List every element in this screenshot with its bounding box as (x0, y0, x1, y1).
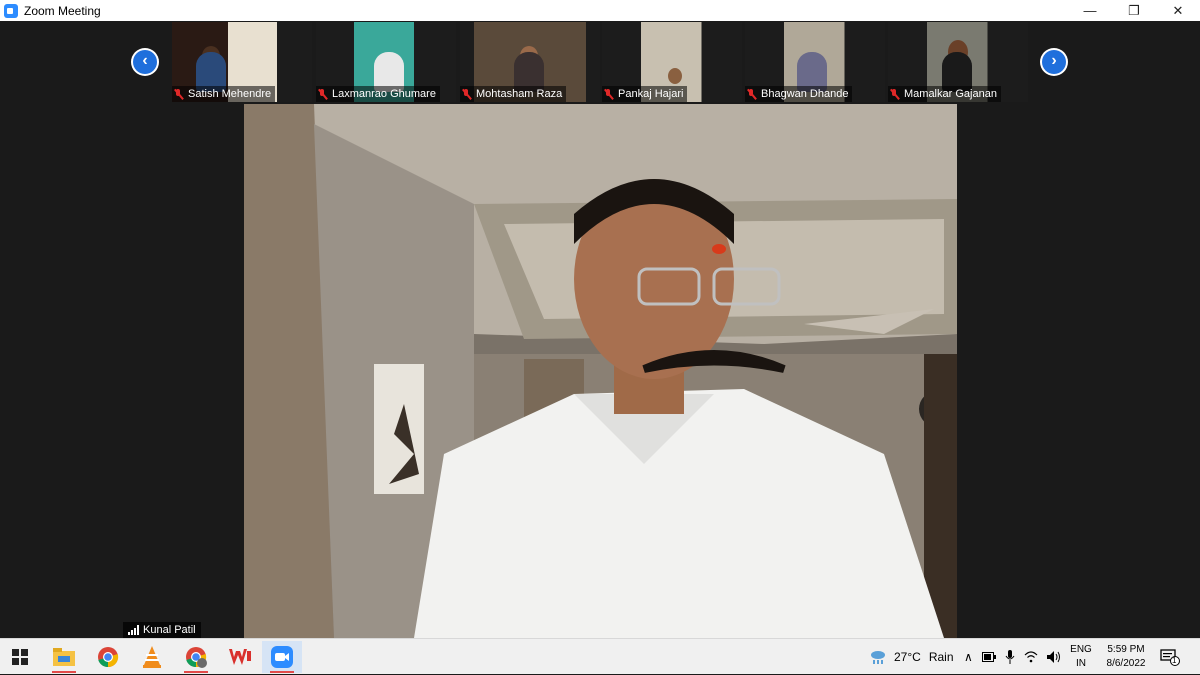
zoom-meeting-window: Zoom Meeting — ❐ ✕ ‹ › Satish Mehendre L… (0, 0, 1200, 674)
battery-icon[interactable] (981, 652, 996, 662)
muted-mic-icon (604, 88, 613, 100)
wifi-icon[interactable] (1024, 651, 1038, 663)
active-speaker-name: Kunal Patil (143, 624, 196, 636)
windows-start-button[interactable] (0, 641, 40, 673)
muted-mic-icon (890, 88, 899, 100)
file-explorer-icon (53, 648, 75, 666)
input-language-indicator[interactable]: ENG IN (1068, 639, 1094, 675)
volume-icon[interactable] (1046, 651, 1061, 663)
participant-name-label: Laxmanrao Ghumare (316, 86, 440, 102)
window-title: Zoom Meeting (24, 3, 101, 18)
gallery-next-button[interactable]: › (1040, 48, 1068, 76)
region-code: IN (1076, 658, 1086, 669)
participant-name: Bhagwan Dhande (761, 88, 849, 100)
minimize-button[interactable]: — (1068, 0, 1112, 21)
participant-tile[interactable]: Laxmanrao Ghumare (316, 22, 456, 102)
participant-tile[interactable]: Bhagwan Dhande (745, 22, 885, 102)
participant-tile[interactable]: Mohtasham Raza (460, 22, 600, 102)
participant-name-label: Satish Mehendre (172, 86, 276, 102)
chrome-icon (98, 647, 119, 668)
participant-name: Pankaj Hajari (618, 88, 684, 100)
participant-name: Mohtasham Raza (476, 88, 563, 100)
chrome-profile-taskbar-button[interactable] (176, 641, 216, 673)
chevron-left-icon: ‹ (133, 50, 157, 74)
signal-strength-icon (128, 625, 139, 635)
participant-name: Satish Mehendre (188, 88, 272, 100)
show-hidden-icons-chevron-up-icon[interactable]: ∧ (964, 650, 973, 664)
active-speaker-name-label: Kunal Patil (123, 622, 201, 638)
window-controls: — ❐ ✕ (1068, 0, 1200, 21)
participant-tile[interactable]: Satish Mehendre (172, 22, 312, 102)
participant-name: Laxmanrao Ghumare (332, 88, 436, 100)
speaker-video-frame (244, 104, 957, 638)
windows-start-icon (12, 649, 28, 665)
participant-name-label: Pankaj Hajari (602, 86, 688, 102)
title-bar: Zoom Meeting — ❐ ✕ (0, 0, 1200, 21)
system-tray-icons: ∧ (964, 639, 1061, 675)
participant-tile[interactable]: Pankaj Hajari (602, 22, 742, 102)
action-center-button[interactable]: 1 (1160, 639, 1180, 675)
wps-office-icon (229, 649, 251, 665)
close-button[interactable]: ✕ (1156, 0, 1200, 21)
zoom-icon (271, 646, 293, 668)
clock-date: 8/6/2022 (1106, 658, 1146, 669)
weather-widget[interactable]: 27°C Rain (870, 639, 954, 675)
restore-button[interactable]: ❐ (1112, 0, 1156, 21)
muted-mic-icon (747, 88, 756, 100)
participant-name: Mamalkar Gajanan (904, 88, 997, 100)
muted-mic-icon (318, 88, 327, 100)
clock-time: 5:59 PM (1107, 644, 1145, 655)
vlc-icon (143, 646, 161, 668)
gallery-prev-button[interactable]: ‹ (131, 48, 159, 76)
notifications-icon (1160, 649, 1180, 666)
microphone-icon[interactable] (1005, 650, 1015, 664)
wps-office-taskbar-button[interactable] (220, 641, 260, 673)
weather-condition: Rain (928, 650, 954, 664)
participant-tile[interactable]: Mamalkar Gajanan (888, 22, 1028, 102)
participant-name-label: Mamalkar Gajanan (888, 86, 1001, 102)
participant-face (668, 68, 682, 84)
language-code: ENG (1070, 644, 1092, 655)
chrome-taskbar-button[interactable] (88, 641, 128, 673)
vlc-taskbar-button[interactable] (132, 641, 172, 673)
windows-taskbar: 27°C Rain ∧ ENG IN 5:59 PM 8/6/2022 1 (0, 638, 1200, 674)
weather-temperature: 27°C (894, 650, 921, 664)
participant-name-label: Mohtasham Raza (460, 86, 567, 102)
rain-cloud-icon (871, 651, 885, 664)
participant-name-label: Bhagwan Dhande (745, 86, 853, 102)
chrome-profile-icon (186, 647, 207, 668)
taskbar-clock[interactable]: 5:59 PM 8/6/2022 (1100, 639, 1152, 675)
zoom-taskbar-button[interactable] (262, 641, 302, 673)
muted-mic-icon (174, 88, 183, 100)
file-explorer-taskbar-button[interactable] (44, 641, 84, 673)
chevron-right-icon: › (1042, 50, 1066, 74)
muted-mic-icon (462, 88, 471, 100)
zoom-logo-icon (4, 3, 18, 18)
active-speaker-video[interactable] (244, 104, 957, 638)
notification-count: 1 (1172, 656, 1177, 665)
